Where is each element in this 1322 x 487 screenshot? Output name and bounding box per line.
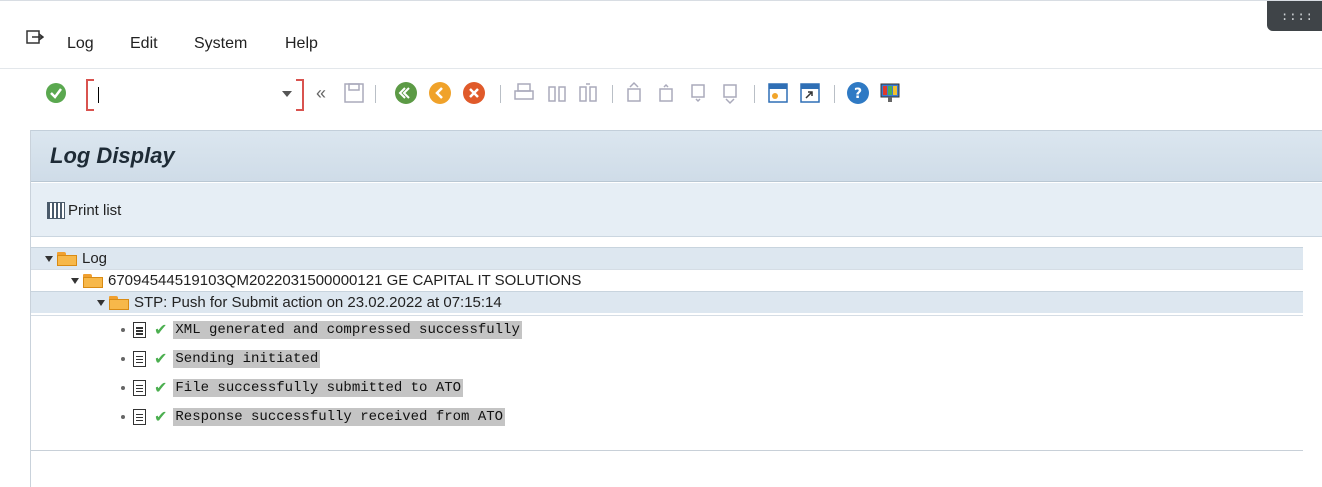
tree-node-label: STP: Push for Submit action on 23.02.202… <box>134 294 502 311</box>
document-icon <box>133 379 146 396</box>
menu-system[interactable]: System <box>194 35 247 53</box>
grip-dots-icon: :::: <box>1281 9 1314 23</box>
toolbar-separator <box>612 85 613 103</box>
toolbar-separator <box>375 85 376 103</box>
menu-edit[interactable]: Edit <box>130 35 158 53</box>
success-check-icon: ✔ <box>154 379 168 397</box>
page-title: Log Display <box>50 143 175 168</box>
window-grip[interactable]: :::: <box>1267 1 1322 31</box>
standard-toolbar: « ? <box>0 68 1322 124</box>
folder-open-icon <box>109 295 129 310</box>
log-message: XML generated and compressed successfull… <box>173 321 522 339</box>
expand-triangle-icon[interactable] <box>45 255 53 262</box>
list-item[interactable]: ✔ Response successfully received from AT… <box>31 402 1303 431</box>
first-page-icon[interactable] <box>622 81 646 105</box>
find-next-icon[interactable] <box>576 81 600 105</box>
title-bar: Log Display <box>31 130 1322 182</box>
print-list-button[interactable]: Print list <box>47 200 121 220</box>
success-check-icon: ✔ <box>154 408 168 426</box>
required-bracket-left <box>86 79 94 111</box>
success-check-icon: ✔ <box>154 350 168 368</box>
menu-help[interactable]: Help <box>285 35 318 53</box>
list-item[interactable]: ✔ XML generated and compressed successfu… <box>31 315 1303 344</box>
toolbar-separator <box>754 85 755 103</box>
tree-node-label: Log <box>82 250 108 267</box>
chevron-down-icon[interactable] <box>282 91 292 97</box>
bullet-dot-icon <box>121 356 125 361</box>
next-page-icon[interactable] <box>686 81 710 105</box>
document-icon <box>133 350 146 367</box>
menu-log[interactable]: Log <box>67 35 94 53</box>
collapse-chevron-icon[interactable]: « <box>316 83 326 104</box>
system-menu-icon[interactable] <box>26 29 44 45</box>
log-message: File successfully submitted to ATO <box>173 378 464 397</box>
success-check-icon: ✔ <box>154 322 168 339</box>
tree-node-label: 67094544519103QM2022031500000121 GE CAPI… <box>108 272 582 289</box>
find-icon[interactable] <box>545 81 569 105</box>
save-icon[interactable] <box>342 81 366 105</box>
application-toolbar: Print list <box>31 183 1322 237</box>
tree-node-root[interactable]: Log <box>31 247 1303 269</box>
list-item[interactable]: ✔ File successfully submitted to ATO <box>31 373 1303 402</box>
tree-node-level2[interactable]: STP: Push for Submit action on 23.02.202… <box>31 291 1303 313</box>
toolbar-separator <box>500 85 501 103</box>
document-icon <box>133 322 146 338</box>
menu-bar: Log Edit System Help :::: <box>0 0 1322 68</box>
previous-page-icon[interactable] <box>654 81 678 105</box>
help-icon[interactable]: ? <box>846 81 870 105</box>
back-icon[interactable] <box>394 81 418 105</box>
create-session-icon[interactable] <box>766 81 790 105</box>
command-input[interactable] <box>94 85 280 105</box>
print-list-label: Print list <box>68 201 122 219</box>
document-icon <box>133 408 146 425</box>
enter-check-icon[interactable] <box>44 81 68 105</box>
customize-layout-icon[interactable] <box>878 81 902 105</box>
shortcut-icon[interactable] <box>798 81 822 105</box>
required-bracket-right <box>296 79 304 111</box>
tree-node-level1[interactable]: 67094544519103QM2022031500000121 GE CAPI… <box>31 269 1303 291</box>
bullet-dot-icon <box>121 414 125 419</box>
exit-icon[interactable] <box>428 81 452 105</box>
toolbar-separator <box>834 85 835 103</box>
expand-triangle-icon[interactable] <box>71 277 79 284</box>
command-field[interactable] <box>86 79 304 111</box>
last-page-icon[interactable] <box>718 81 742 105</box>
empty-list-area <box>31 450 1303 487</box>
expand-triangle-icon[interactable] <box>97 299 105 306</box>
list-item[interactable]: ✔ Sending initiated <box>31 344 1303 373</box>
cancel-icon[interactable] <box>462 81 486 105</box>
print-icon[interactable] <box>512 81 536 105</box>
folder-open-icon <box>57 251 77 266</box>
svg-text:?: ? <box>854 86 862 102</box>
bullet-dot-icon <box>121 328 125 332</box>
main-content: Log Display Print list Log 6709454451910… <box>30 130 1322 487</box>
log-message: Sending initiated <box>173 349 321 368</box>
list-icon <box>47 201 65 219</box>
log-message: Response successfully received from ATO <box>173 407 506 426</box>
folder-open-icon <box>83 273 103 288</box>
bullet-dot-icon <box>121 385 125 390</box>
